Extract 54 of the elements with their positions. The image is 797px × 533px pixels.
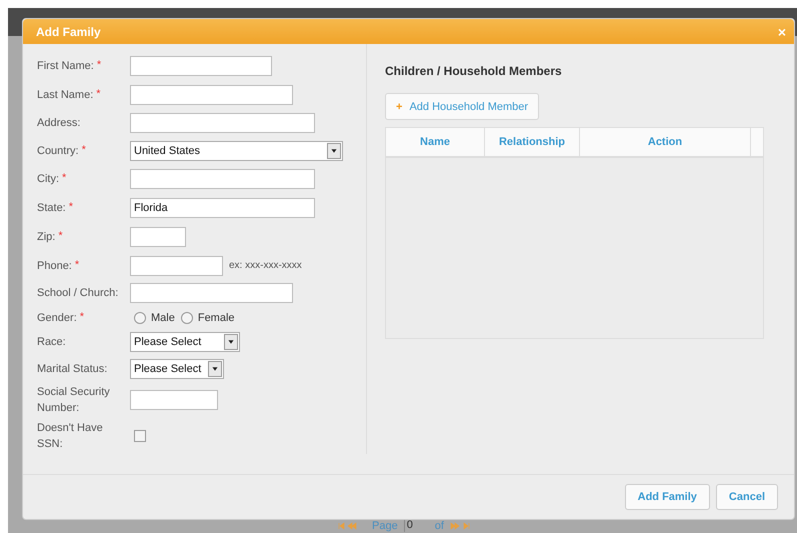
field-label: Doesn't Have SSN: [37,421,104,452]
required-mark: * [82,143,86,158]
field-label: Social Security Number: [37,385,111,416]
text-field[interactable] [130,56,272,76]
field-label: Last Name: [37,88,94,103]
dialog-title: Add Family [36,24,101,39]
add-member-button[interactable]: + Add Household Member [385,93,540,120]
column-header[interactable]: Action [580,128,751,156]
close-button[interactable]: × [778,24,786,40]
caret-icon [224,334,238,350]
field-label: Phone: [37,258,72,274]
text-field[interactable] [130,390,218,410]
required-mark: * [80,310,84,324]
field-label: Zip: [37,230,56,245]
text-field[interactable] [130,113,315,134]
text-field[interactable] [130,169,315,190]
select-field[interactable]: Please Select [130,358,224,379]
field-label: Race: [37,335,66,350]
field-label: Address: [37,116,80,132]
cancel-button[interactable]: Cancel [716,484,778,510]
required-mark: * [58,228,63,243]
text-field[interactable] [130,226,186,247]
text-field[interactable] [130,283,293,304]
column-header[interactable]: Relationship [485,128,580,156]
caret-icon [208,360,222,377]
hint-text: ex: xxx-xxx-xxxx [229,260,302,272]
checkbox[interactable] [134,430,146,442]
field-label: Marital Status: [37,362,108,377]
field-label: State: [37,200,66,216]
field-label: First Name: [37,58,94,74]
text-field[interactable]: Florida [130,198,315,218]
page-of-label: of [434,520,444,532]
text-field[interactable] [130,256,223,276]
radio-label: Female [198,312,235,324]
select-field[interactable]: United States [130,141,343,162]
radio-label: Male [151,312,175,324]
radio-button[interactable] [180,312,193,324]
required-mark: * [62,171,66,186]
required-mark: * [74,258,80,272]
required-mark: * [96,58,102,72]
required-mark: * [68,200,74,214]
field-label: Gender: [37,310,77,326]
caret-icon [327,143,341,160]
field-label: Country: [37,144,79,160]
field-label: City: [37,172,59,188]
text-field[interactable] [130,84,293,105]
required-mark: * [96,86,101,101]
radio-button[interactable] [134,312,146,324]
select-field[interactable]: Please Select [130,332,240,352]
add-family-button[interactable]: Add Family [624,484,710,510]
page-label: Page [372,520,398,532]
field-label: School / Church: [37,286,118,302]
section-heading: Children / Household Members [385,64,563,78]
column-header[interactable]: Name [386,128,485,156]
